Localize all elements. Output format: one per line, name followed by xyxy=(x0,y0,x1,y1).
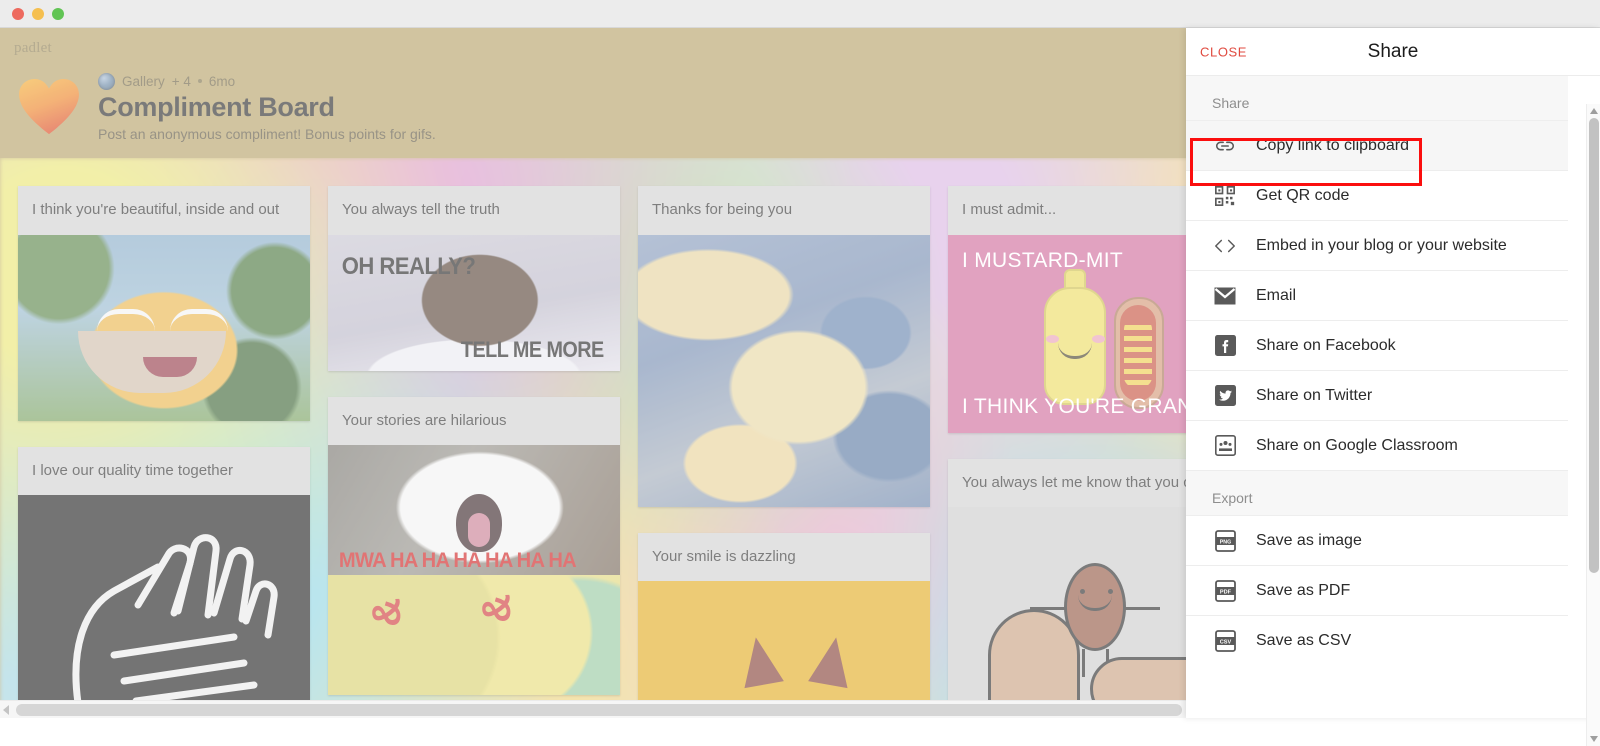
menu-item-email[interactable]: Email xyxy=(1186,271,1568,321)
menu-item-label: Save as image xyxy=(1256,531,1362,549)
post-column: Thanks for being you Your smile is dazzl… xyxy=(620,158,930,718)
twitter-icon xyxy=(1212,383,1238,409)
window-titlebar xyxy=(0,0,1600,28)
csv-file-icon: CSV xyxy=(1212,628,1238,654)
close-button[interactable]: CLOSE xyxy=(1200,44,1247,59)
menu-item-share-google-classroom[interactable]: Share on Google Classroom xyxy=(1186,421,1568,471)
share-panel-scrollbar[interactable] xyxy=(1586,104,1600,746)
post-title: Your smile is dazzling xyxy=(638,532,930,581)
traffic-lights xyxy=(12,8,64,20)
meme-caption-bottom: I THINK YOU'RE GRAND xyxy=(962,394,1209,418)
post-card[interactable]: Thanks for being you xyxy=(638,186,930,507)
share-panel-title: Share xyxy=(1367,40,1419,62)
page-title: Compliment Board xyxy=(98,92,335,122)
post-column: I think you're beautiful, inside and out… xyxy=(0,158,310,718)
post-title: Your stories are hilarious xyxy=(328,396,620,445)
meme-caption-top: OH REALLY? xyxy=(341,252,476,280)
post-title: I love our quality time together xyxy=(18,446,310,495)
horizontal-scrollbar-thumb[interactable] xyxy=(16,704,1182,716)
menu-item-share-twitter[interactable]: Share on Twitter xyxy=(1186,371,1568,421)
menu-item-label: Save as PDF xyxy=(1256,581,1351,599)
menu-item-label: Get QR code xyxy=(1256,186,1350,204)
menu-item-save-as-csv[interactable]: CSV Save as CSV xyxy=(1186,616,1568,666)
scroll-left-icon[interactable] xyxy=(3,705,9,715)
share-panel-header: CLOSE Share xyxy=(1186,28,1600,76)
google-classroom-icon xyxy=(1212,433,1238,459)
share-panel: CLOSE Share Share Copy link to clipboard xyxy=(1186,28,1600,746)
svg-text:CSV: CSV xyxy=(1219,639,1231,645)
post-title: You always tell the truth xyxy=(328,186,620,235)
board-format: Gallery xyxy=(122,73,165,89)
post-card[interactable]: I think you're beautiful, inside and out xyxy=(18,186,310,421)
meme-caption-top: I MUSTARD-MIT xyxy=(962,248,1123,272)
meme-caption-bottom: MWA HA HA HA HA HA HA xyxy=(338,549,577,572)
board-age: 6mo xyxy=(208,73,236,89)
orange-cat-gif[interactable] xyxy=(638,581,930,711)
svg-text:PDF: PDF xyxy=(1219,589,1231,595)
post-title: Thanks for being you xyxy=(638,186,930,235)
board-header-text: Gallery + 4 6mo Compliment Board Post an… xyxy=(98,72,436,142)
share-panel-content: Share Copy link to clipboard Get QR code… xyxy=(1186,76,1568,666)
section-heading-export: Export xyxy=(1186,471,1568,516)
link-icon xyxy=(1212,133,1238,159)
hands-drawing-gif[interactable] xyxy=(18,495,310,703)
menu-item-get-qr-code[interactable]: Get QR code xyxy=(1186,171,1568,221)
sloth-meme-gif[interactable]: OH REALLY? TELL ME MORE xyxy=(328,234,620,371)
code-brackets-icon xyxy=(1212,233,1238,259)
separator-dot xyxy=(197,79,202,83)
facebook-icon xyxy=(1212,333,1238,359)
post-card[interactable]: You always tell the truth OH REALLY? TEL… xyxy=(328,186,620,371)
post-card[interactable]: I love our quality time together xyxy=(18,446,310,703)
maximize-window-button[interactable] xyxy=(52,8,64,20)
post-title: I think you're beautiful, inside and out xyxy=(18,186,310,235)
menu-item-label: Share on Google Classroom xyxy=(1256,436,1458,454)
menu-item-share-facebook[interactable]: Share on Facebook xyxy=(1186,321,1568,371)
candy-text-left: & xyxy=(364,599,410,628)
section-heading-share: Share xyxy=(1186,76,1568,121)
menu-item-label: Share on Twitter xyxy=(1256,386,1373,404)
padlet-logo[interactable]: padlet xyxy=(14,40,52,57)
heart-icon xyxy=(19,78,79,135)
laughing-fox-gif[interactable]: MWA HA HA HA HA HA HA xyxy=(328,445,620,575)
menu-item-label: Share on Facebook xyxy=(1256,336,1396,354)
contributor-count: + 4 xyxy=(171,73,191,89)
png-file-icon: PNG xyxy=(1212,528,1238,554)
menu-item-save-as-image[interactable]: PNG Save as image xyxy=(1186,516,1568,566)
minimize-window-button[interactable] xyxy=(32,8,44,20)
psyduck-gif[interactable] xyxy=(18,234,310,421)
menu-item-embed[interactable]: Embed in your blog or your website xyxy=(1186,221,1568,271)
menu-item-save-as-pdf[interactable]: PDF Save as PDF xyxy=(1186,566,1568,616)
qr-code-icon xyxy=(1212,183,1238,209)
post-card[interactable]: Your stories are hilarious MWA HA HA HA … xyxy=(328,396,620,695)
meme-caption-bottom: TELL ME MORE xyxy=(461,336,605,362)
scrollbar-thumb[interactable] xyxy=(1589,118,1599,573)
menu-item-label: Email xyxy=(1256,286,1297,304)
close-window-button[interactable] xyxy=(12,8,24,20)
menu-item-copy-link[interactable]: Copy link to clipboard xyxy=(1186,121,1568,171)
svg-text:PNG: PNG xyxy=(1219,539,1230,545)
menu-item-label: Embed in your blog or your website xyxy=(1256,236,1507,254)
scroll-down-icon[interactable] xyxy=(1590,736,1598,742)
candy-text-right: & xyxy=(474,595,520,624)
pdf-file-icon: PDF xyxy=(1212,578,1238,604)
board-description: Post an anonymous compliment! Bonus poin… xyxy=(98,125,436,142)
post-card[interactable]: Your smile is dazzling xyxy=(638,532,930,711)
share-panel-scroll-area[interactable]: Share Copy link to clipboard Get QR code… xyxy=(1186,76,1600,718)
clouds-gif[interactable] xyxy=(638,234,930,507)
post-column: You always tell the truth OH REALLY? TEL… xyxy=(310,158,620,718)
menu-item-label: Save as CSV xyxy=(1256,632,1352,649)
envelope-icon xyxy=(1212,283,1238,309)
avatar[interactable] xyxy=(98,72,115,90)
hands-outline-icon xyxy=(72,534,278,703)
menu-item-label: Copy link to clipboard xyxy=(1256,136,1409,154)
scroll-up-icon[interactable] xyxy=(1590,108,1598,114)
candy-gif[interactable]: & & xyxy=(328,575,620,695)
board-meta: Gallery + 4 6mo xyxy=(98,72,436,90)
